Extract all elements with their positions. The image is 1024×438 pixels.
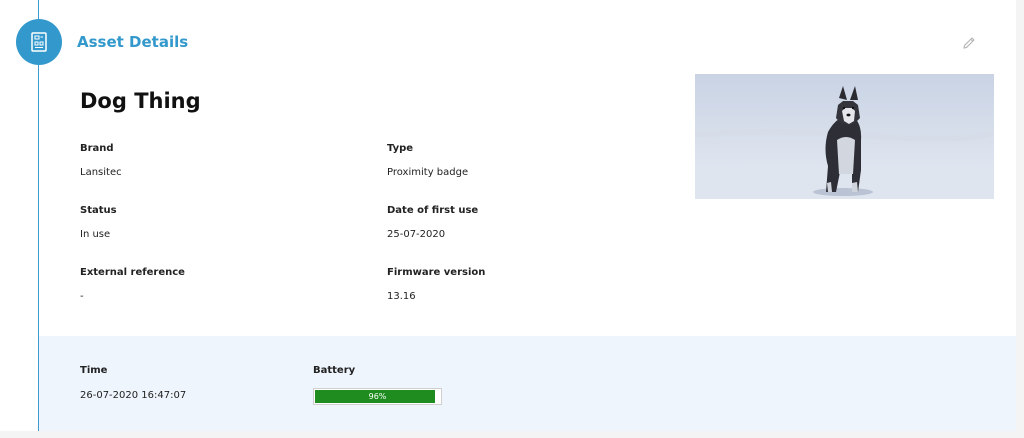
status-panel: [39, 336, 1016, 431]
battery-bar: 96%: [313, 388, 442, 405]
time-value: 26-07-2020 16:47:07: [80, 390, 187, 401]
external-reference-value: -: [80, 291, 84, 302]
asset-document-icon: [16, 19, 62, 65]
status-label: Status: [80, 205, 117, 216]
external-reference-label: External reference: [80, 267, 185, 278]
first-use-label: Date of first use: [387, 205, 479, 216]
pencil-icon[interactable]: [961, 35, 977, 51]
asset-photo: [695, 74, 994, 199]
type-label: Type: [387, 143, 414, 154]
asset-details-card: Asset Details Dog Thing Brand Lansitec T…: [0, 0, 1016, 431]
firmware-label: Firmware version: [387, 267, 486, 278]
brand-label: Brand: [80, 143, 114, 154]
section-title: Asset Details: [77, 33, 189, 51]
time-label: Time: [80, 365, 108, 376]
brand-value: Lansitec: [80, 167, 122, 178]
first-use-value: 25-07-2020: [387, 229, 446, 240]
status-value: In use: [80, 229, 111, 240]
asset-name: Dog Thing: [80, 89, 201, 113]
battery-label: Battery: [313, 365, 356, 376]
type-value: Proximity badge: [387, 167, 469, 178]
firmware-value: 13.16: [387, 291, 416, 302]
battery-percent-label: 96%: [368, 392, 387, 401]
